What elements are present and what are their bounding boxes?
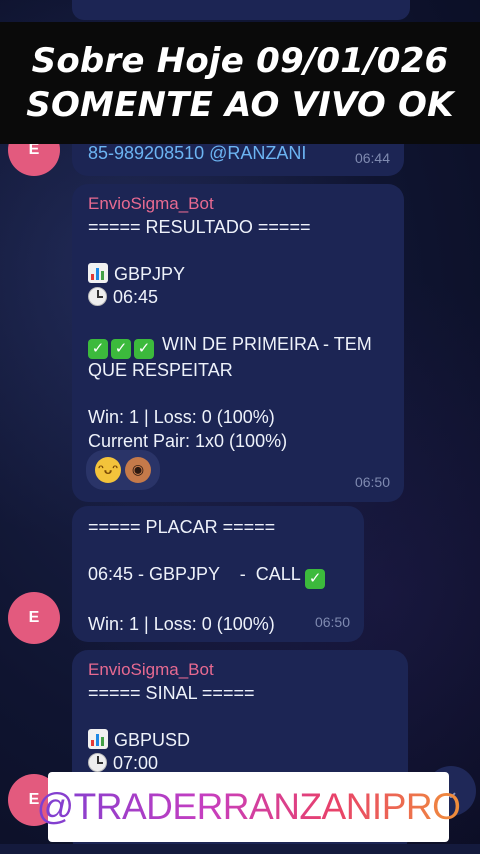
check-icon: ✓ xyxy=(111,339,131,359)
banner-line-2: SOMENTE AO VIVO OK xyxy=(26,85,454,125)
watermark-text: @TRADERRANZANIPRO xyxy=(36,786,461,827)
bar-chart-icon xyxy=(88,728,108,749)
pair-row: GBPJPY xyxy=(88,262,388,287)
result-header: ===== RESULTADO ===== xyxy=(88,216,311,237)
face-avatar-icon[interactable]: ◉ xyxy=(125,457,151,483)
pair-label: GBPJPY xyxy=(114,263,186,284)
win-row: ✓ ✓ ✓ WIN DE PRIMEIRA - TEM xyxy=(88,333,388,359)
signal-header: ===== SINAL ===== xyxy=(88,682,255,703)
message-time: 06:44 xyxy=(354,149,390,166)
score-line: Win: 1 | Loss: 0 (100%) xyxy=(88,407,275,427)
banner-line-1: Sobre Hoje 09/01/026 xyxy=(31,41,449,81)
message-time: 06:50 xyxy=(314,613,350,630)
clock-label: 07:00 xyxy=(113,753,159,773)
avatar-initial: E xyxy=(28,609,40,626)
placar-entry: 06:45 - GBPJPY - CALL xyxy=(88,564,301,584)
message-time: 06:50 xyxy=(354,473,390,490)
clock-label: 06:45 xyxy=(113,287,159,307)
check-icon: ✓ xyxy=(88,339,108,359)
clock-row: 06:45 xyxy=(88,286,388,310)
title-banner: Sobre Hoje 09/01/026 SOMENTE AO VIVO OK xyxy=(0,22,480,144)
clock-icon xyxy=(88,287,107,306)
avatar[interactable]: E xyxy=(8,592,60,644)
input-bar-edge xyxy=(0,844,480,854)
sender-name[interactable]: EnvioSigma_Bot xyxy=(88,658,392,682)
reactions-bar[interactable]: ᵔᴗᵔ ◉ xyxy=(86,450,160,490)
previous-message-bubble xyxy=(72,0,410,20)
pair-row: GBPUSD xyxy=(88,728,392,753)
placar-header: ===== PLACAR ===== xyxy=(88,517,276,537)
placar-entry-row: 06:45 - GBPJPY - CALL ✓ xyxy=(88,563,348,589)
grinning-face-icon[interactable]: ᵔᴗᵔ xyxy=(95,457,121,483)
pair-label: GBPUSD xyxy=(114,729,191,750)
win-text: WIN DE PRIMEIRA - TEM xyxy=(162,334,372,354)
watermark: @TRADERRANZANIPRO xyxy=(37,772,461,842)
win-text-2: QUE RESPEITAR xyxy=(88,360,233,380)
check-icon: ✓ xyxy=(134,339,154,359)
check-icon: ✓ xyxy=(305,569,326,589)
message-bubble-placar[interactable]: ===== PLACAR ===== 06:45 - GBPJPY - CALL… xyxy=(72,506,364,642)
bar-chart-icon xyxy=(88,262,108,283)
sender-name[interactable]: EnvioSigma_Bot xyxy=(88,192,388,216)
placar-score: Win: 1 | Loss: 0 (100%) xyxy=(88,613,275,634)
contact-link[interactable]: 85-989208510 @RANZANI xyxy=(88,142,388,166)
message-bubble-result[interactable]: EnvioSigma_Bot ===== RESULTADO ===== GBP… xyxy=(72,184,404,502)
clock-icon xyxy=(88,753,107,772)
